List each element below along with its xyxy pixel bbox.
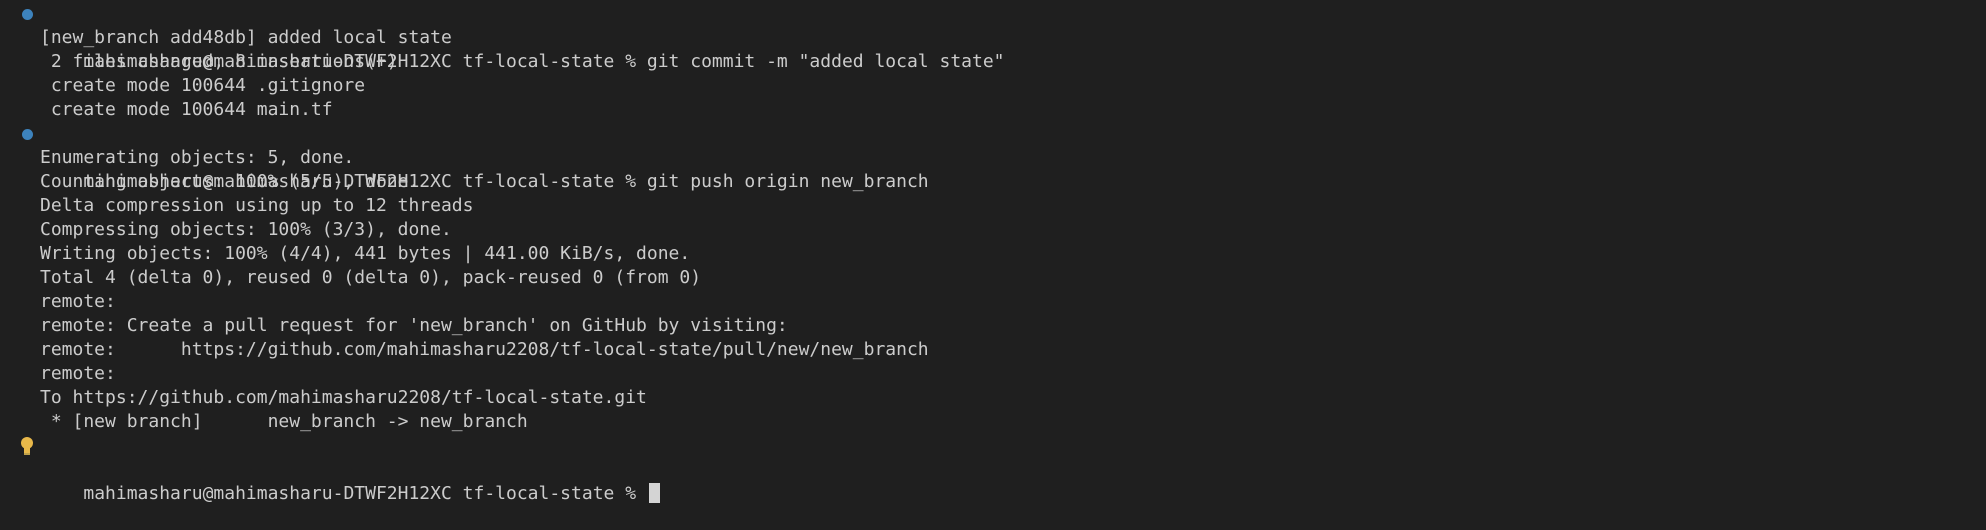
output-text: Counting objects: 100% (5/5), done. (40, 171, 420, 192)
output-line: * [new branch] new_branch -> new_branch (0, 410, 1986, 434)
output-text: Total 4 (delta 0), reused 0 (delta 0), p… (40, 267, 702, 288)
output-text: remote: Create a pull request for 'new_b… (40, 315, 788, 336)
output-text: To https://github.com/mahimasharu2208/tf… (40, 387, 647, 408)
output-line: remote: https://github.com/mahimasharu22… (0, 338, 1986, 362)
output-line: Counting objects: 100% (5/5), done. (0, 170, 1986, 194)
output-line: remote: (0, 290, 1986, 314)
output-line: To https://github.com/mahimasharu2208/tf… (0, 386, 1986, 410)
output-line: remote: Create a pull request for 'new_b… (0, 314, 1986, 338)
output-line: create mode 100644 .gitignore (0, 74, 1986, 98)
terminal-output[interactable]: mahimasharu@mahimasharu-DTWF2H12XC tf-lo… (0, 0, 1986, 504)
command-line-push: mahimasharu@mahimasharu-DTWF2H12XC tf-lo… (0, 122, 1986, 192)
output-line: Writing objects: 100% (4/4), 441 bytes |… (0, 242, 1986, 266)
output-line: Compressing objects: 100% (3/3), done. (0, 218, 1986, 242)
output-line: remote: (0, 362, 1986, 386)
active-prompt-line[interactable]: mahimasharu@mahimasharu-DTWF2H12XC tf-lo… (0, 434, 1986, 504)
output-text: remote: (40, 363, 116, 384)
output-text: Delta compression using up to 12 threads (40, 195, 474, 216)
output-text: Enumerating objects: 5, done. (40, 147, 355, 168)
output-text: 2 files changed, 8 insertions(+) (40, 51, 398, 72)
command-decoration-dot-icon[interactable] (18, 2, 36, 26)
output-line: create mode 100644 main.tf (0, 98, 1986, 122)
output-text: remote: (40, 291, 116, 312)
command-line-commit: mahimasharu@mahimasharu-DTWF2H12XC tf-lo… (0, 2, 1986, 72)
output-text: * [new branch] new_branch -> new_branch (40, 411, 528, 432)
command-decoration-dot-icon[interactable] (18, 122, 36, 146)
output-line: [new_branch add48db] added local state (0, 26, 1986, 50)
output-line: Enumerating objects: 5, done. (0, 146, 1986, 170)
lightbulb-icon[interactable] (18, 434, 36, 458)
terminal-cursor (648, 483, 660, 503)
output-text: create mode 100644 main.tf (40, 99, 333, 120)
output-text: [new_branch add48db] added local state (40, 27, 452, 48)
output-text: remote: https://github.com/mahimasharu22… (40, 339, 929, 360)
prompt-text: mahimasharu@mahimasharu-DTWF2H12XC tf-lo… (83, 483, 647, 504)
output-text: Writing objects: 100% (4/4), 441 bytes |… (40, 243, 691, 264)
output-line: Delta compression using up to 12 threads (0, 194, 1986, 218)
output-text: Compressing objects: 100% (3/3), done. (40, 219, 452, 240)
output-line: 2 files changed, 8 insertions(+) (0, 50, 1986, 74)
output-text: create mode 100644 .gitignore (40, 75, 366, 96)
output-line: Total 4 (delta 0), reused 0 (delta 0), p… (0, 266, 1986, 290)
